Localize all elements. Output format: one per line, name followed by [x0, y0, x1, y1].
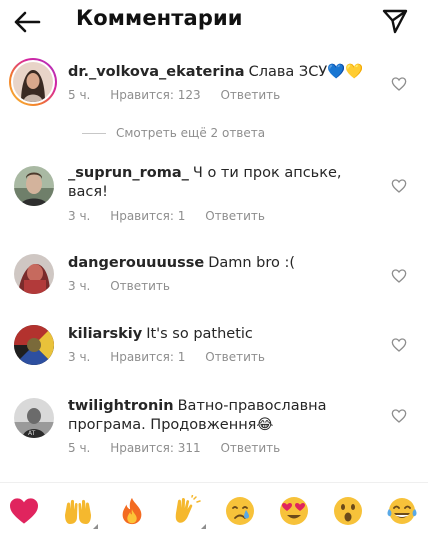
avatar	[13, 62, 53, 102]
comment-text-block: kiliarskiy It's so pathetic	[68, 325, 378, 344]
reply-button[interactable]: Ответить	[220, 88, 280, 102]
heart-eyes-face-icon	[280, 497, 308, 525]
comment-meta: 5 ч. Нравится: 123 Ответить	[68, 88, 296, 102]
avatar[interactable]	[14, 166, 54, 206]
like-heart-icon[interactable]	[391, 178, 407, 194]
comment-username[interactable]: dr._volkova_ekaterina	[68, 64, 245, 80]
avatar[interactable]: AT	[14, 398, 54, 438]
clapping-hands-emoji-button[interactable]	[168, 493, 206, 529]
comment-text-block: dr._volkova_ekaterina Слава ЗСУ💙💛	[68, 63, 378, 82]
avatar-story-ring[interactable]	[9, 58, 57, 106]
comment-meta: 3 ч. Нравится: 1 Ответить	[68, 209, 281, 223]
comment-likes[interactable]: Нравится: 1	[110, 209, 185, 223]
divider-line	[82, 132, 106, 134]
comment-body: Слава ЗСУ💙💛	[248, 64, 364, 80]
comment-time: 5 ч.	[68, 441, 91, 455]
comment-username[interactable]: dangerouuuusse	[68, 255, 204, 271]
comment-time: 3 ч.	[68, 350, 91, 364]
crying-face-emoji-button[interactable]	[222, 493, 258, 529]
comment-likes[interactable]: Нравится: 123	[110, 88, 200, 102]
comment-body: It's so pathetic	[146, 326, 253, 342]
tears-of-joy-face-icon	[387, 498, 417, 524]
back-button[interactable]	[12, 8, 42, 36]
view-more-replies-button[interactable]: Смотреть ещё 2 ответа	[82, 125, 265, 141]
emoji-reaction-bar	[0, 482, 428, 542]
comments-header: Комментарии	[0, 0, 428, 44]
paper-plane-icon	[382, 9, 408, 34]
surprised-face-emoji-button[interactable]	[330, 493, 366, 529]
raised-hands-emoji-button[interactable]	[60, 493, 98, 529]
avatar[interactable]	[14, 254, 54, 294]
comment-time: 3 ч.	[68, 209, 91, 223]
raised-hands-icon	[65, 499, 91, 524]
surprised-face-icon	[334, 497, 362, 525]
like-heart-icon[interactable]	[391, 268, 407, 284]
comment-meta: 3 ч. Нравится: 1 Ответить	[68, 350, 281, 364]
comment-body: Damn bro :(	[208, 255, 296, 271]
tears-of-joy-emoji-button[interactable]	[384, 493, 420, 529]
comment-meta: 3 ч. Ответить	[68, 279, 186, 293]
comment-time: 5 ч.	[68, 88, 91, 102]
skin-tone-indicator	[201, 524, 206, 529]
comment-text-block: _suprun_roma_ Ч о ти прок апське, вася!	[68, 164, 378, 202]
red-heart-icon	[10, 498, 38, 524]
svg-text:AT: AT	[28, 430, 36, 437]
comment-meta: 5 ч. Нравится: 311 Ответить	[68, 441, 296, 455]
like-heart-icon[interactable]	[391, 337, 407, 353]
skin-tone-indicator	[93, 524, 98, 529]
comment-text-block: dangerouuuusse Damn bro :(	[68, 254, 378, 273]
comment-text-block: twilightronin Ватно-православна програма.…	[68, 397, 378, 435]
reply-button[interactable]: Ответить	[110, 279, 170, 293]
comment-username[interactable]: twilightronin	[68, 398, 174, 414]
view-more-replies-label: Смотреть ещё 2 ответа	[116, 126, 266, 140]
comment-username[interactable]: kiliarskiy	[68, 326, 142, 342]
reply-button[interactable]: Ответить	[205, 209, 265, 223]
crying-face-icon	[226, 497, 254, 525]
comment-time: 3 ч.	[68, 279, 91, 293]
fire-icon	[122, 497, 142, 525]
comment-username[interactable]: _suprun_roma_	[68, 165, 189, 181]
comment-likes[interactable]: Нравится: 1	[110, 350, 185, 364]
arrow-left-icon	[14, 11, 41, 33]
share-button[interactable]	[382, 8, 408, 34]
fire-emoji-button[interactable]	[114, 493, 150, 529]
avatar[interactable]	[14, 325, 54, 365]
like-heart-icon[interactable]	[391, 76, 407, 92]
red-heart-emoji-button[interactable]	[6, 493, 42, 529]
heart-eyes-emoji-button[interactable]	[276, 493, 312, 529]
like-heart-icon[interactable]	[391, 408, 407, 424]
reply-button[interactable]: Ответить	[220, 441, 280, 455]
clapping-hands-icon	[175, 495, 201, 523]
comment-likes[interactable]: Нравится: 311	[110, 441, 200, 455]
page-title: Комментарии	[76, 6, 243, 30]
reply-button[interactable]: Ответить	[205, 350, 265, 364]
